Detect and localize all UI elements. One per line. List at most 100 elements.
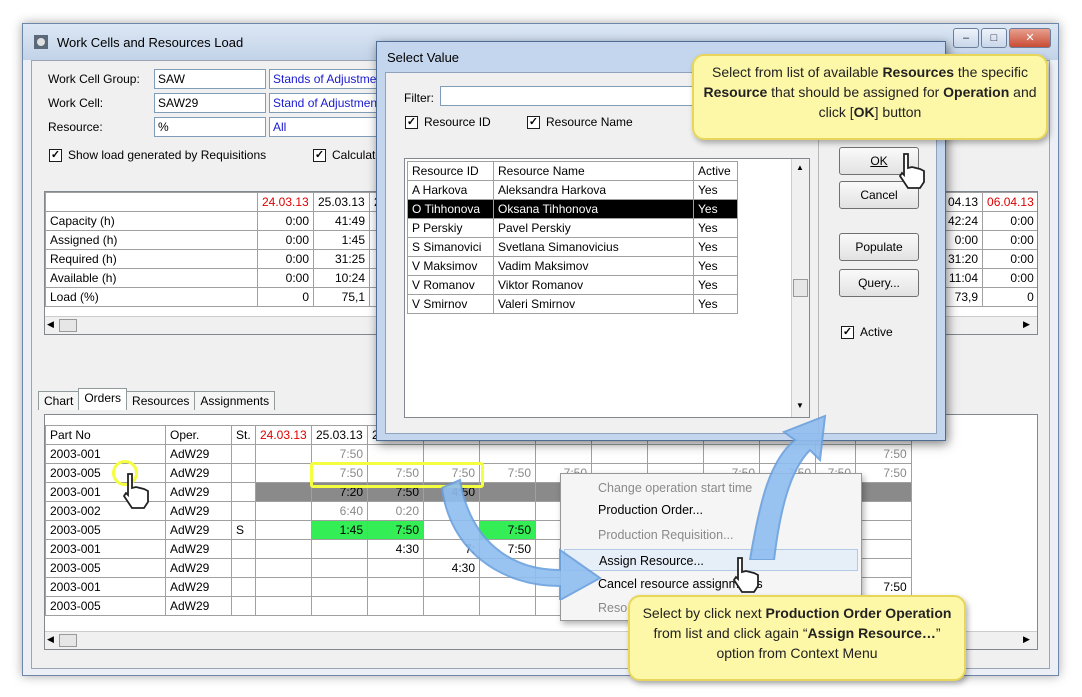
dialog-title: Select Value xyxy=(387,50,460,65)
table-cell xyxy=(855,482,912,502)
col-header-part[interactable]: Part No xyxy=(45,425,166,445)
resource-name-checkbox[interactable]: ✓ xyxy=(527,116,540,129)
col-header-st[interactable]: St. xyxy=(231,425,256,445)
close-button[interactable]: ✕ xyxy=(1009,28,1051,48)
col-header-resource-name[interactable]: Resource Name xyxy=(493,161,694,181)
active-checkbox[interactable]: ✓ xyxy=(841,326,854,339)
resource-desc: All xyxy=(269,117,379,137)
resource-id-checkbox[interactable]: ✓ xyxy=(405,116,418,129)
load-cell: 31:25 xyxy=(313,249,370,269)
list-cell: A Harkova xyxy=(407,180,494,200)
calculate-checkbox[interactable]: ✓ xyxy=(313,149,326,162)
list-item[interactable]: P Perskiy Pavel Perskiy Yes xyxy=(407,218,738,238)
table-cell: AdW29 xyxy=(165,463,232,483)
work-cell-label: Work Cell: xyxy=(48,96,104,110)
list-item[interactable]: O Tihhonova Oksana Tihhonova Yes xyxy=(407,199,738,219)
work-cell-group-label: Work Cell Group: xyxy=(48,72,140,86)
app-icon xyxy=(34,35,48,49)
resource-vscrollbar[interactable]: ▲ ▼ xyxy=(791,159,809,417)
table-cell xyxy=(231,444,256,464)
table-cell: AdW29 xyxy=(165,577,232,597)
list-cell: V Smirnov xyxy=(407,294,494,314)
col-header-resource-id[interactable]: Resource ID xyxy=(407,161,494,181)
tab-resources[interactable]: Resources xyxy=(126,391,196,410)
list-item[interactable]: V Smirnov Valeri Smirnov Yes xyxy=(407,294,738,314)
list-item[interactable]: S Simanovici Svetlana Simanovicius Yes xyxy=(407,237,738,257)
list-cell: Svetlana Simanovicius xyxy=(493,237,694,257)
load-cell: 0:00 xyxy=(257,249,314,269)
table-cell xyxy=(231,558,256,578)
list-cell: Vadim Maksimov xyxy=(493,256,694,276)
load-cell: 31:20 xyxy=(942,249,984,269)
list-item[interactable]: V Romanov Viktor Romanov Yes xyxy=(407,275,738,295)
scroll-down-icon[interactable]: ▼ xyxy=(796,401,804,410)
callout-text: Resources xyxy=(882,64,955,80)
load-cell: 0 xyxy=(982,287,1037,307)
resource-input[interactable]: % xyxy=(154,117,266,137)
arrow-icon xyxy=(440,478,602,600)
load-cell: 0:00 xyxy=(982,211,1037,231)
table-cell xyxy=(855,501,912,521)
table-cell xyxy=(231,596,256,616)
table-cell: AdW29 xyxy=(165,501,232,521)
tab-orders[interactable]: Orders xyxy=(78,388,128,410)
populate-button[interactable]: Populate xyxy=(839,233,919,261)
table-cell xyxy=(855,520,912,540)
load-cell: 1:45 xyxy=(313,230,370,250)
list-cell: Yes xyxy=(693,237,738,257)
load-row-label: Capacity (h) xyxy=(45,211,258,231)
table-cell xyxy=(231,463,256,483)
list-item[interactable]: A Harkova Aleksandra Harkova Yes xyxy=(407,180,738,200)
col-header-date[interactable]: 25.03.13 xyxy=(311,425,368,445)
list-cell: Oksana Tihhonova xyxy=(493,199,694,219)
list-cell: V Maksimov xyxy=(407,256,494,276)
resource-id-checkbox-label: Resource ID xyxy=(424,115,491,129)
table-cell xyxy=(367,444,424,464)
work-cell-group-input[interactable]: SAW xyxy=(154,69,266,89)
query-button[interactable]: Query... xyxy=(839,269,919,297)
list-cell: Yes xyxy=(693,294,738,314)
hand-pointer-icon xyxy=(898,153,925,189)
scroll-thumb[interactable] xyxy=(793,279,808,297)
tab-chart[interactable]: Chart xyxy=(38,391,80,410)
load-row-label: Required (h) xyxy=(45,249,258,269)
load-cell: 42:24 xyxy=(942,211,984,231)
maximize-button[interactable]: □ xyxy=(981,28,1007,48)
tab-assignments[interactable]: Assignments xyxy=(194,391,276,410)
col-header-oper[interactable]: Oper. xyxy=(165,425,232,445)
table-cell: 2003-005 xyxy=(45,558,166,578)
table-cell xyxy=(231,482,256,502)
load-cell: 0:00 xyxy=(942,230,984,250)
load-cell: 0:00 xyxy=(982,230,1037,250)
resource-list[interactable]: Resource ID Resource Name Active A Harko… xyxy=(404,158,810,418)
load-cell: 10:24 xyxy=(313,268,370,288)
table-cell xyxy=(255,577,312,597)
list-item[interactable]: V Maksimov Vadim Maksimov Yes xyxy=(407,256,738,276)
scroll-up-icon[interactable]: ▲ xyxy=(796,163,804,172)
scroll-right-icon[interactable]: ▶ xyxy=(1023,634,1030,645)
callout-text: ] button xyxy=(874,104,922,120)
load-cell: 73,9 xyxy=(942,287,984,307)
list-cell: Yes xyxy=(693,218,738,238)
scroll-thumb[interactable] xyxy=(59,319,77,332)
work-cell-input[interactable]: SAW29 xyxy=(154,93,266,113)
show-load-checkbox[interactable]: ✓ xyxy=(49,149,62,162)
scroll-right-icon[interactable]: ▶ xyxy=(1023,319,1030,330)
scroll-thumb[interactable] xyxy=(59,634,77,647)
col-header-active[interactable]: Active xyxy=(693,161,738,181)
callout-text: Select by click next xyxy=(642,605,766,621)
scroll-left-icon[interactable]: ◀ xyxy=(47,319,54,330)
load-row-label: Available (h) xyxy=(45,268,258,288)
minimize-button[interactable]: – xyxy=(953,28,979,48)
callout-bottom: Select by click next Production Order Op… xyxy=(628,595,966,681)
list-cell: Valeri Smirnov xyxy=(493,294,694,314)
callout-text: Resource xyxy=(703,84,768,100)
callout-text: the specific xyxy=(954,64,1028,80)
table-cell xyxy=(647,444,704,464)
scroll-left-icon[interactable]: ◀ xyxy=(47,634,54,645)
list-cell: Yes xyxy=(693,199,738,219)
list-cell: Aleksandra Harkova xyxy=(493,180,694,200)
tab-strip: Chart Orders Resources Assignments xyxy=(38,388,276,413)
load-cell: 0:00 xyxy=(982,268,1037,288)
col-header-date[interactable]: 24.03.13 xyxy=(255,425,312,445)
